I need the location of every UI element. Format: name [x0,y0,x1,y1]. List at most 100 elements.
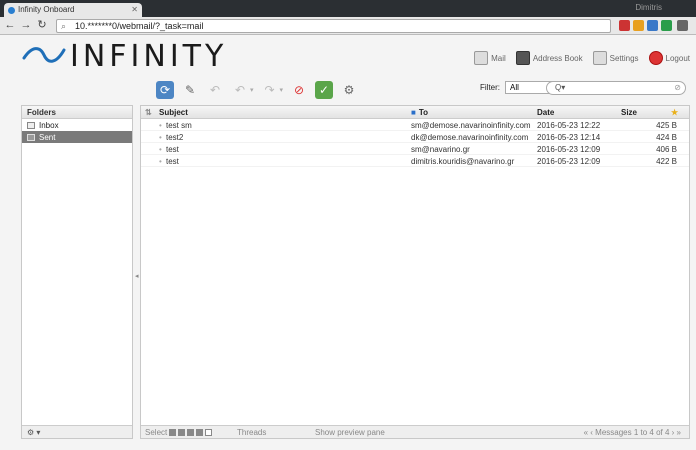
mark-button[interactable]: ✓ [315,81,334,99]
message-size: 422 B [656,157,677,166]
message-date: 2016-05-23 12:09 [537,145,601,154]
more-actions-button[interactable]: ⚙ [340,81,358,99]
mail-toolbar: ⟳ ✎ ↶ ↶ ▾ ↷ ▾ ⊘ ✓ ⚙ [156,79,358,101]
logo-wave-icon [22,47,66,63]
nav-mail[interactable]: Mail [474,51,506,65]
select-flagged-icon[interactable] [196,429,204,436]
select-none-icon[interactable] [205,429,213,436]
splitter-handle-icon: ◂ [135,273,139,280]
message-list-header: ⇅ Subject ■ To Date Size ★ [141,106,689,119]
message-date: 2016-05-23 12:22 [537,121,601,130]
search-placeholder: Q▾ [555,83,566,92]
nav-address-book-label: Address Book [532,53,583,63]
folder-inbox[interactable]: Inbox [22,119,132,131]
extension-icon[interactable] [619,20,630,31]
message-status-icon: • [159,157,162,166]
browser-tab[interactable]: Infinity Onboard ✕ [4,3,142,17]
threads-label: Threads [237,428,267,437]
folder-sent-label: Sent [39,133,56,142]
preview-pane-label: Show preview pane [315,428,385,437]
folders-panel: Folders Inbox Sent ⚙ ▾ [21,105,133,439]
nav-logout-label: Logout [665,53,690,63]
column-to[interactable]: ■ To [411,108,428,117]
forward-dropdown-icon[interactable]: ▾ [280,86,284,94]
pagination-prev-icon[interactable]: « ‹ [584,428,596,437]
mail-icon [474,51,489,65]
sent-icon [27,134,35,141]
message-status-icon: • [159,145,162,154]
select-unread-icon[interactable] [187,429,195,436]
address-bar[interactable]: ⌕ 10.*******0/webmail/?_task=mail [56,19,611,33]
panel-splitter[interactable]: ◂ [133,105,139,439]
address-book-icon [515,51,530,65]
threads-control[interactable]: Threads [237,428,266,437]
message-date: 2016-05-23 12:09 [537,157,601,166]
message-subject: test [166,145,179,154]
logout-icon [648,51,663,65]
menu-icon[interactable] [677,20,688,31]
folder-sent[interactable]: Sent [22,131,132,143]
compose-button[interactable]: ✎ [181,81,199,99]
pagination-next-icon[interactable]: › » [669,428,681,437]
message-row[interactable]: • test dimitris.kouridis@navarino.gr 201… [141,155,689,167]
message-row[interactable]: • test sm@navarino.gr 2016-05-23 12:09 4… [141,143,689,155]
reload-icon[interactable]: ↻ [36,20,48,32]
select-all-icon[interactable] [169,429,177,436]
message-size: 425 B [656,121,677,130]
search-icon: ⌕ [61,21,67,31]
column-date[interactable]: Date [537,108,554,117]
thread-column-icon[interactable]: ⇅ [145,108,152,117]
nav-settings[interactable]: Settings [592,51,639,65]
select-label: Select [145,428,168,437]
folder-inbox-label: Inbox [39,121,59,130]
flag-column-icon[interactable]: ★ [671,108,678,117]
preview-pane-toggle[interactable]: Show preview pane [315,428,385,437]
message-subject: test [166,157,179,166]
nav-logout[interactable]: Logout [648,51,690,65]
forward-button[interactable]: ↷ [261,81,279,99]
refresh-button[interactable]: ⟳ [156,81,174,99]
column-subject[interactable]: Subject [159,108,188,117]
select-page-icon[interactable] [178,429,186,436]
close-tab-icon[interactable]: ✕ [131,5,138,14]
back-icon[interactable]: ← [4,20,16,32]
nav-mail-label: Mail [491,53,506,63]
browser-toolbar: ← → ↻ ⌕ 10.*******0/webmail/?_task=mail [0,17,696,35]
folders-options-button[interactable]: ⚙ ▾ [22,425,132,438]
favicon-icon [8,7,15,14]
message-row[interactable]: • test2 dk@demose.navarinoinfinity.com 2… [141,131,689,143]
forward-icon[interactable]: → [20,20,32,32]
reply-all-button[interactable]: ↶ [231,81,249,99]
message-list: ⇅ Subject ■ To Date Size ★ • test sm sm@d… [140,105,690,439]
sort-indicator-icon: ■ [411,108,416,117]
message-size: 424 B [656,133,677,142]
filter-label: Filter: [480,83,500,92]
message-status-icon: • [159,133,162,142]
message-subject: test2 [166,133,184,142]
message-subject: test sm [166,121,192,130]
message-date: 2016-05-23 12:14 [537,133,601,142]
top-navigation: Mail Address Book Settings Logout [474,50,690,66]
message-to: dimitris.kouridis@navarino.gr [411,157,515,166]
quick-search-input[interactable]: Q▾ ⊘ [546,81,686,95]
extension-icon[interactable] [661,20,672,31]
message-to: dk@demose.navarinoinfinity.com [411,133,529,142]
message-status-icon: • [159,121,162,130]
search-reset-icon[interactable]: ⊘ [674,83,681,92]
reply-button[interactable]: ↶ [206,81,224,99]
window-user: Dimitris [635,3,662,12]
message-size: 406 B [656,145,677,154]
reply-all-dropdown-icon[interactable]: ▾ [250,86,254,94]
message-count: Messages 1 to 4 of 4 [595,428,670,437]
extension-icon[interactable] [647,20,658,31]
address-url: 10.*******0/webmail/?_task=mail [75,21,204,31]
tab-title: Infinity Onboard [18,5,75,14]
extension-icon[interactable] [633,20,644,31]
nav-address-book[interactable]: Address Book [515,51,583,65]
column-size[interactable]: Size [621,108,637,117]
message-row[interactable]: • test sm sm@demose.navarinoinfinity.com… [141,119,689,131]
pagination: « ‹ Messages 1 to 4 of 4 › » [584,428,681,437]
select-control[interactable]: Select [145,428,213,437]
delete-button[interactable]: ⊘ [290,81,308,99]
folders-header: Folders [22,106,132,119]
